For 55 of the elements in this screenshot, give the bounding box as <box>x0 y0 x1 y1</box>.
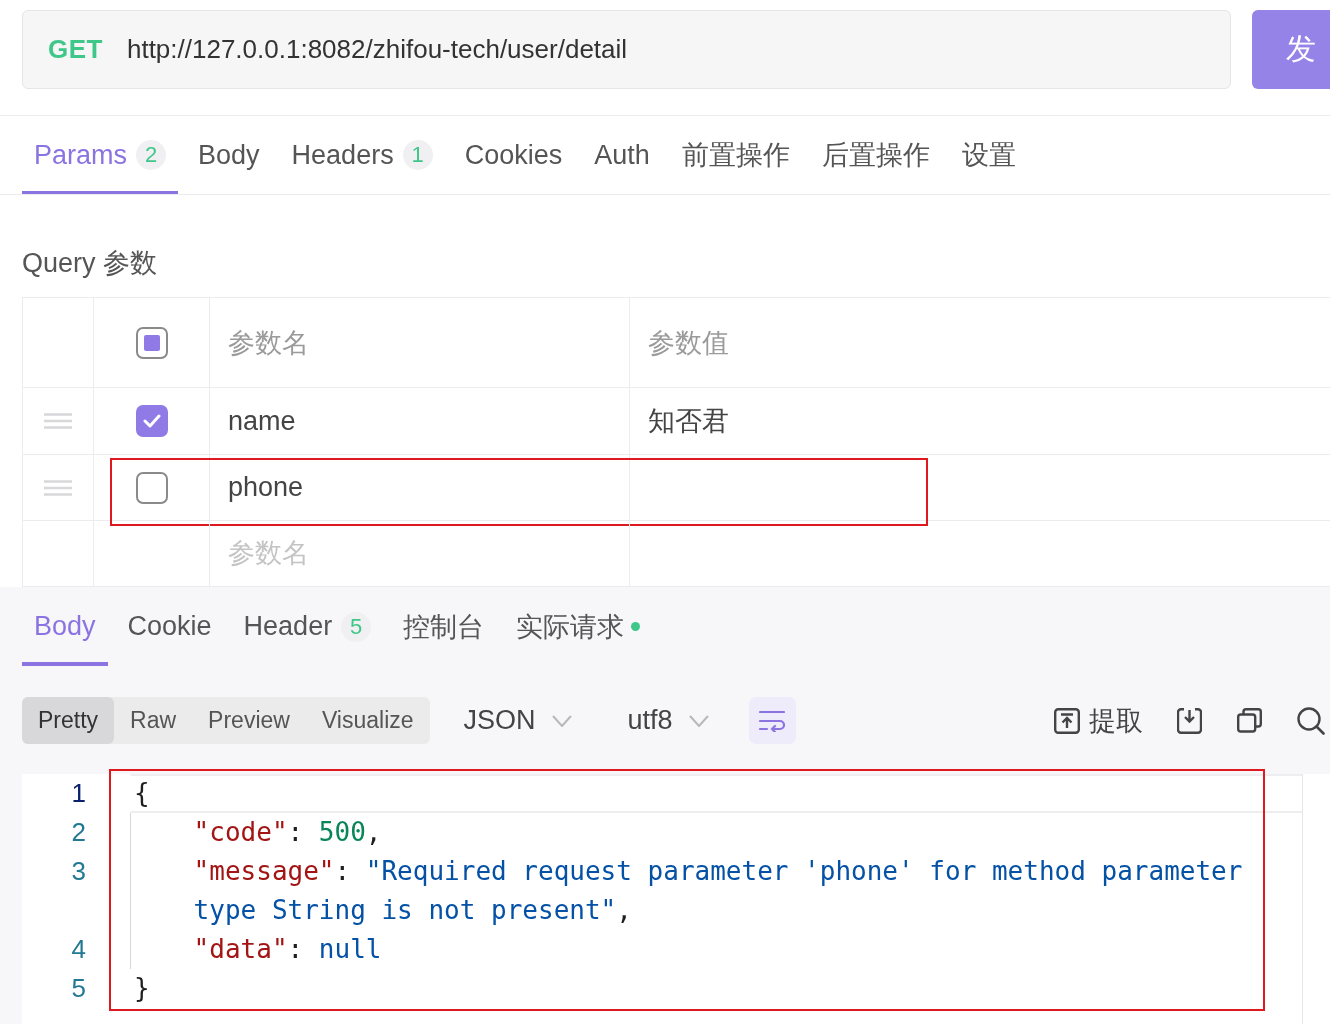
checkbox[interactable] <box>135 405 168 437</box>
param-value-cell-text: 知否君 <box>647 405 730 438</box>
tab[interactable]: 设置 <box>949 116 1028 194</box>
column-header: 参数值 <box>647 326 730 360</box>
code-line: "data": null <box>130 930 1302 969</box>
view-mode-tab[interactable]: Visualize <box>305 697 430 744</box>
upload-box-icon <box>1054 707 1080 734</box>
text-wrap-icon <box>759 709 786 732</box>
count-badge: 1 <box>402 140 433 170</box>
tab[interactable]: 实际请求 <box>504 587 653 666</box>
tab[interactable]: 控制台 <box>391 587 497 666</box>
code-line: } <box>133 972 151 1005</box>
column-header: 参数名 <box>210 298 630 387</box>
square-icon <box>143 334 160 351</box>
tick-icon <box>142 414 161 428</box>
tab[interactable]: Cookies <box>452 116 575 194</box>
format-select[interactable]: JSON <box>463 705 572 736</box>
count-badge: 2 <box>136 140 167 170</box>
tab[interactable]: Params 2 <box>22 116 179 194</box>
view-mode-tab[interactable]: Preview <box>192 697 306 744</box>
drag-handle-icon[interactable] <box>44 413 72 429</box>
tab[interactable]: Body <box>186 116 272 194</box>
tab[interactable]: Header 5 <box>231 587 384 666</box>
count-badge: 5 <box>341 611 372 642</box>
view-mode-tab[interactable]: Pretty <box>22 697 115 744</box>
param-name-cell: name <box>210 388 630 454</box>
search-icon[interactable] <box>1297 706 1325 735</box>
section-title: Query 参数 <box>22 247 159 280</box>
view-mode-tab[interactable]: Raw <box>114 697 193 744</box>
encoding-select[interactable]: utf8 <box>627 705 709 736</box>
word-wrap-button[interactable] <box>748 697 796 744</box>
select-all-checkbox[interactable] <box>135 326 168 359</box>
line-number: 1 <box>70 777 87 810</box>
download-icon[interactable] <box>1177 707 1202 734</box>
line-number: 2 <box>70 816 87 849</box>
code-line: "code": 500, <box>130 813 1302 852</box>
chevron-down-icon <box>551 714 572 727</box>
checkbox[interactable] <box>135 471 168 504</box>
tab[interactable]: Auth <box>582 116 662 194</box>
extract-button[interactable]: 提取 <box>1054 702 1143 739</box>
tab[interactable]: Cookie <box>115 587 224 666</box>
param-name-cell: phone <box>210 455 630 520</box>
tab[interactable]: 后置操作 <box>809 116 942 194</box>
chevron-down-icon <box>688 714 709 727</box>
drag-handle-icon[interactable] <box>44 479 72 496</box>
tab[interactable]: 前置操作 <box>669 116 802 194</box>
line-number: 3 <box>70 855 87 888</box>
param-name-field[interactable]: 参数名 <box>210 521 629 586</box>
line-number: 5 <box>70 972 87 1005</box>
code-line: { <box>130 774 1302 813</box>
url-field[interactable]: http://127.0.0.1:8082/zhifou-tech/user/detail <box>126 34 1230 65</box>
tab[interactable]: Headers 1 <box>279 116 445 194</box>
copy-icon[interactable] <box>1237 708 1262 733</box>
code-line: "message": "Required request parameter 'phone' for method parameter type String is not present", <box>130 852 1302 930</box>
line-number: 4 <box>70 933 87 966</box>
